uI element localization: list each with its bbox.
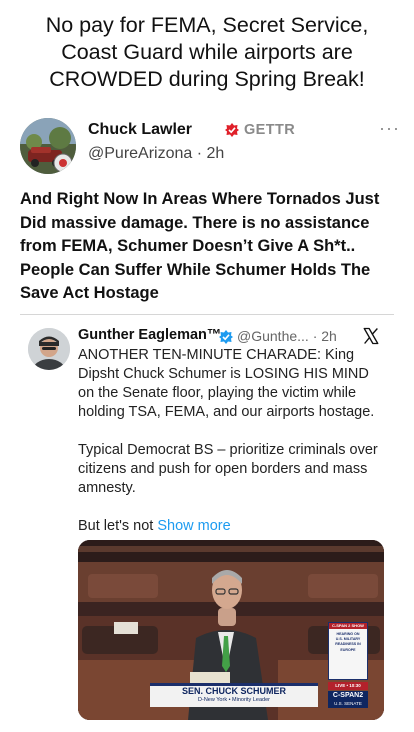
verified-badge-icon bbox=[219, 330, 233, 344]
post-time: 2h bbox=[206, 145, 225, 162]
author-handle: @PureArizona · 2h bbox=[88, 145, 224, 163]
author-avatar[interactable] bbox=[20, 118, 76, 174]
divider bbox=[20, 314, 394, 315]
chyron-subtitle: D-New York • Minority Leader bbox=[198, 697, 270, 703]
headline-line-2: Coast Guard while airports are bbox=[61, 40, 353, 64]
lower-third-chyron: SEN. CHUCK SCHUMER D-New York • Minority… bbox=[150, 683, 318, 707]
chyron-name: SEN. CHUCK SCHUMER bbox=[181, 686, 286, 696]
embed-author-handle: @Gunthe... · 2h bbox=[237, 328, 337, 344]
embed-separator: · bbox=[312, 328, 318, 344]
handle-separator: · bbox=[196, 145, 203, 162]
embed-author-name[interactable]: Gunther Eagleman™ bbox=[78, 327, 221, 343]
x-logo-icon[interactable] bbox=[362, 327, 380, 345]
embed-author-avatar[interactable] bbox=[28, 328, 70, 370]
headline-line-1: No pay for FEMA, Secret Service, bbox=[45, 13, 369, 37]
author-name[interactable]: Chuck Lawler bbox=[88, 121, 192, 139]
network-name: C-SPAN2 bbox=[332, 692, 364, 699]
headline: No pay for FEMA, Secret Service, Coast G… bbox=[8, 12, 406, 93]
side-panel-line-1: HEARING ON bbox=[336, 632, 360, 636]
more-options-icon[interactable]: ··· bbox=[379, 118, 400, 139]
embed-paragraph-1: ANOTHER TEN-MINUTE CHARADE: King Dipsht … bbox=[78, 347, 375, 420]
embed-text: ANOTHER TEN-MINUTE CHARADE: King Dipsht … bbox=[78, 346, 384, 555]
embed-paragraph-3-text: But let's not bbox=[78, 518, 158, 534]
post-header: Chuck Lawler GETTR @PureArizona · 2h ··· bbox=[20, 118, 400, 178]
embed-paragraph-2: Typical Democrat BS – prioritize crimina… bbox=[78, 442, 378, 496]
network-sub: U.S. SENATE bbox=[334, 701, 362, 706]
embedded-tweet[interactable]: Gunther Eagleman™ @Gunthe... · 2h ANOTHE… bbox=[26, 326, 394, 726]
embed-handle-text: @Gunthe... bbox=[237, 328, 309, 344]
cspan-logo: C-SPAN2 U.S. SENATE bbox=[328, 691, 368, 708]
side-panel-tag: C-SPAN 2 SHOW bbox=[329, 623, 367, 629]
embed-paragraph-3: But let's not Show more bbox=[78, 517, 384, 536]
source-label: GETTR bbox=[244, 122, 296, 138]
side-panel-line-4: EUROPE bbox=[340, 647, 356, 652]
headline-line-3: CROWDED during Spring Break! bbox=[49, 67, 365, 91]
video-thumbnail[interactable]: C-SPAN 2 SHOW HEARING ON U.S. MILITARY R… bbox=[78, 540, 384, 720]
handle-text: @PureArizona bbox=[88, 145, 193, 162]
embed-time: 2h bbox=[321, 328, 337, 344]
post-text: And Right Now In Areas Where Tornados Ju… bbox=[20, 190, 380, 302]
live-indicator: LIVE • 10:30 bbox=[328, 682, 368, 690]
cspan-side-panel: C-SPAN 2 SHOW HEARING ON U.S. MILITARY R… bbox=[328, 622, 368, 680]
gettr-verified-icon bbox=[225, 123, 239, 137]
show-more-link[interactable]: Show more bbox=[157, 518, 230, 534]
